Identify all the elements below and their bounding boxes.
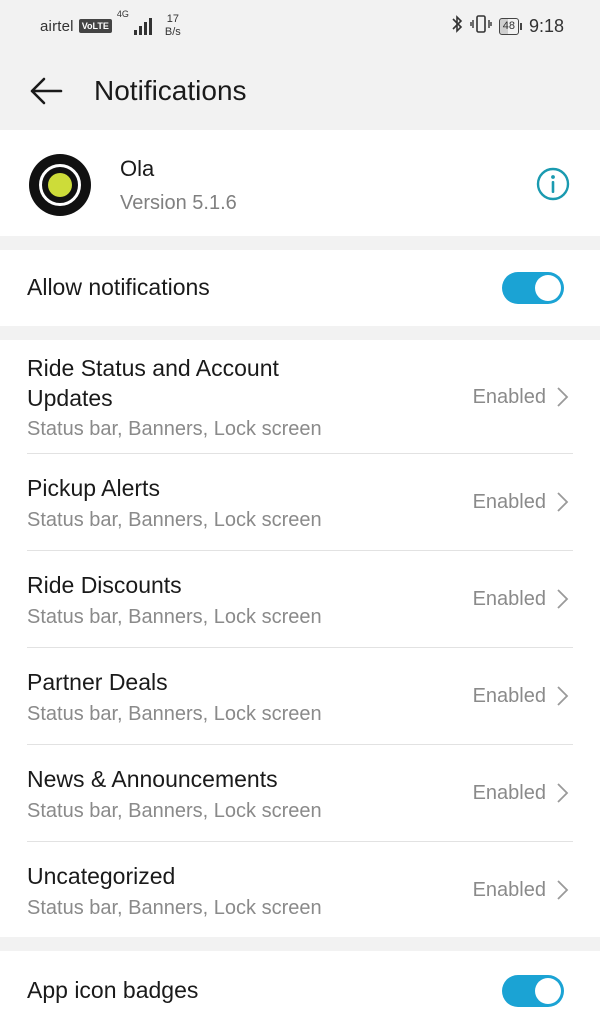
- volte-badge: VoLTE: [78, 19, 112, 33]
- app-name: Ola: [120, 156, 155, 181]
- app-icon-badges-label: App icon badges: [27, 977, 199, 1003]
- app-bar: Notifications: [0, 52, 600, 130]
- notification-channels-list: Ride Status and Account Updates Status b…: [0, 340, 600, 937]
- page-title: Notifications: [94, 75, 247, 106]
- channel-row[interactable]: Ride Discounts Status bar, Banners, Lock…: [0, 551, 600, 647]
- channel-row[interactable]: Uncategorized Status bar, Banners, Lock …: [0, 842, 600, 937]
- info-circle-icon: [536, 167, 570, 201]
- channel-status: Enabled: [472, 685, 546, 707]
- channel-status: Enabled: [472, 386, 546, 408]
- channel-subtitle: Status bar, Banners, Lock screen: [27, 800, 322, 822]
- allow-notifications-row[interactable]: Allow notifications: [0, 250, 600, 326]
- carrier-name: airtel: [40, 17, 74, 35]
- status-time: 9:18: [528, 15, 564, 36]
- channel-status: Enabled: [472, 879, 546, 901]
- bluetooth-icon: [451, 14, 463, 39]
- channel-title: Ride Discounts: [27, 572, 182, 598]
- channel-subtitle: Status bar, Banners, Lock screen: [27, 418, 322, 440]
- app-logo: [29, 154, 91, 216]
- status-bar-left: airtel VoLTE 4G 17 B/s: [40, 9, 181, 39]
- channel-status: Enabled: [472, 782, 546, 804]
- channel-title: Pickup Alerts: [27, 475, 160, 501]
- network-speed: 17 B/s: [165, 13, 181, 39]
- allow-notifications-toggle[interactable]: [502, 272, 564, 304]
- signal-icon: [133, 17, 152, 35]
- channel-status: Enabled: [472, 588, 546, 610]
- app-info-card: Ola Version 5.1.6: [0, 130, 600, 236]
- arrow-left-icon: [30, 77, 63, 105]
- battery-icon: 48: [498, 17, 522, 35]
- toggle-knob: [535, 978, 561, 1004]
- channel-row[interactable]: News & Announcements Status bar, Banners…: [0, 745, 600, 841]
- speed-unit: B/s: [164, 26, 181, 38]
- channel-title: News & Announcements: [27, 766, 278, 792]
- channel-subtitle: Status bar, Banners, Lock screen: [27, 606, 322, 628]
- network-type: 4G: [116, 9, 129, 19]
- chevron-right-icon: [557, 783, 569, 803]
- channel-title: Uncategorized: [27, 863, 176, 889]
- channel-row[interactable]: Partner Deals Status bar, Banners, Lock …: [0, 648, 600, 744]
- app-icon-badges-toggle[interactable]: [502, 975, 564, 1007]
- channel-row[interactable]: Pickup Alerts Status bar, Banners, Lock …: [0, 454, 600, 550]
- channel-subtitle: Status bar, Banners, Lock screen: [27, 897, 322, 919]
- channel-status: Enabled: [472, 491, 546, 513]
- vibrate-icon: [470, 14, 492, 39]
- app-info-button[interactable]: [536, 167, 570, 201]
- channel-subtitle: Status bar, Banners, Lock screen: [27, 509, 322, 531]
- chevron-right-icon: [557, 387, 569, 407]
- back-button[interactable]: [22, 67, 70, 115]
- toggle-knob: [535, 275, 561, 301]
- chevron-right-icon: [557, 492, 569, 512]
- channel-row[interactable]: Ride Status and Account Updates Status b…: [0, 340, 600, 453]
- speed-value: 17: [166, 13, 179, 25]
- app-version: Version 5.1.6: [120, 192, 237, 214]
- channel-title: Partner Deals: [27, 669, 168, 695]
- chevron-right-icon: [557, 589, 569, 609]
- channel-title: Ride Status and Account Updates: [27, 355, 279, 411]
- battery-level: 48: [498, 17, 519, 35]
- channel-subtitle: Status bar, Banners, Lock screen: [27, 703, 322, 725]
- chevron-right-icon: [557, 880, 569, 900]
- status-bar-right: 48 9:18: [451, 14, 564, 39]
- chevron-right-icon: [557, 686, 569, 706]
- allow-notifications-label: Allow notifications: [27, 274, 210, 300]
- status-bar: airtel VoLTE 4G 17 B/s 48 9:18: [0, 0, 600, 52]
- app-icon-badges-row[interactable]: App icon badges: [0, 951, 600, 1020]
